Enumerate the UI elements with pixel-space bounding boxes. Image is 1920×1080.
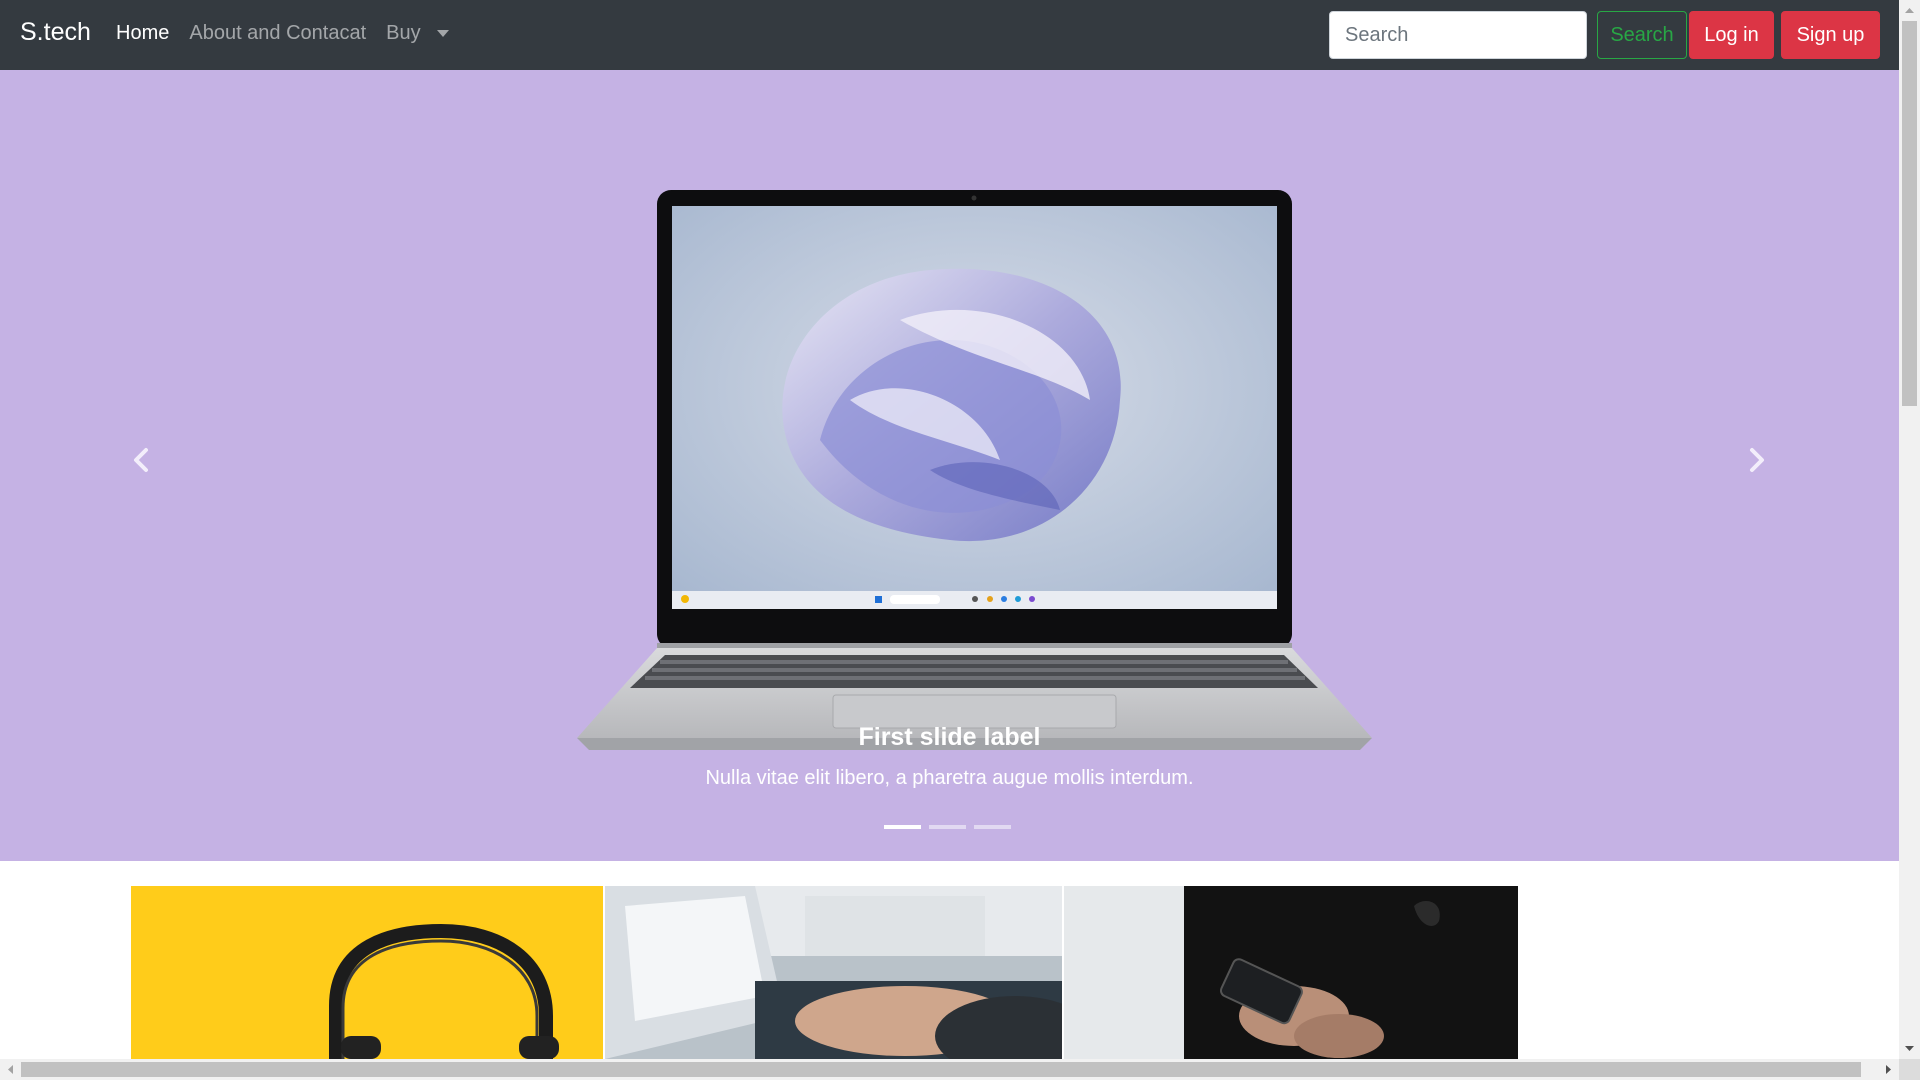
carousel-next-button[interactable] <box>1736 440 1776 480</box>
nav-link-home[interactable]: Home <box>116 22 169 45</box>
smartphone-image <box>1063 886 1518 1059</box>
carousel-indicator[interactable] <box>974 825 1011 829</box>
carousel-indicator[interactable] <box>929 825 966 829</box>
page-viewport: S.tech Home About and Contacat Buy Searc… <box>0 0 1899 1059</box>
card-laptop-typing[interactable] <box>605 886 1062 1059</box>
signup-button[interactable]: Sign up <box>1781 11 1880 59</box>
navbar: S.tech Home About and Contacat Buy Searc… <box>0 0 1899 70</box>
scroll-down-arrow-icon[interactable] <box>1899 1038 1920 1059</box>
scrollbar-corner <box>1899 1059 1920 1080</box>
carousel-indicator[interactable] <box>884 825 921 829</box>
carousel-caption-title: First slide label <box>858 723 1041 751</box>
scroll-up-arrow-icon[interactable] <box>1899 0 1920 21</box>
scroll-right-arrow-icon[interactable] <box>1878 1059 1899 1080</box>
laptop-typing-image <box>605 886 1062 1059</box>
search-button[interactable]: Search <box>1597 11 1687 59</box>
nav-dropdown-buy-label: Buy <box>386 22 421 44</box>
login-button[interactable]: Log in <box>1689 11 1774 59</box>
chevron-left-icon <box>134 448 148 472</box>
caret-down-icon <box>436 30 449 37</box>
carousel-caption-text: Nulla vitae elit libero, a pharetra augu… <box>705 767 1194 789</box>
carousel-indicators <box>884 825 1011 829</box>
nav-links: Home About and Contacat Buy <box>116 22 449 45</box>
nav-link-about-contact[interactable]: About and Contacat <box>189 22 366 45</box>
card-headphones[interactable] <box>131 886 604 1059</box>
brand-logo[interactable]: S.tech <box>20 18 91 47</box>
carousel-prev-button[interactable] <box>122 440 162 480</box>
nav-dropdown-buy[interactable]: Buy <box>386 22 449 45</box>
product-cards <box>131 886 1518 1059</box>
card-smartphone[interactable] <box>1063 886 1518 1059</box>
hero-carousel: First slide label Nulla vitae elit liber… <box>0 70 1899 861</box>
horizontal-scrollbar-thumb[interactable] <box>21 1062 1861 1077</box>
vertical-scrollbar-thumb[interactable] <box>1902 21 1917 406</box>
horizontal-scrollbar[interactable] <box>0 1059 1920 1080</box>
search-input[interactable] <box>1329 11 1587 59</box>
chevron-right-icon <box>1750 448 1764 472</box>
scroll-left-arrow-icon[interactable] <box>0 1059 21 1080</box>
vertical-scrollbar[interactable] <box>1899 0 1920 1059</box>
headphones-image <box>131 886 604 1059</box>
